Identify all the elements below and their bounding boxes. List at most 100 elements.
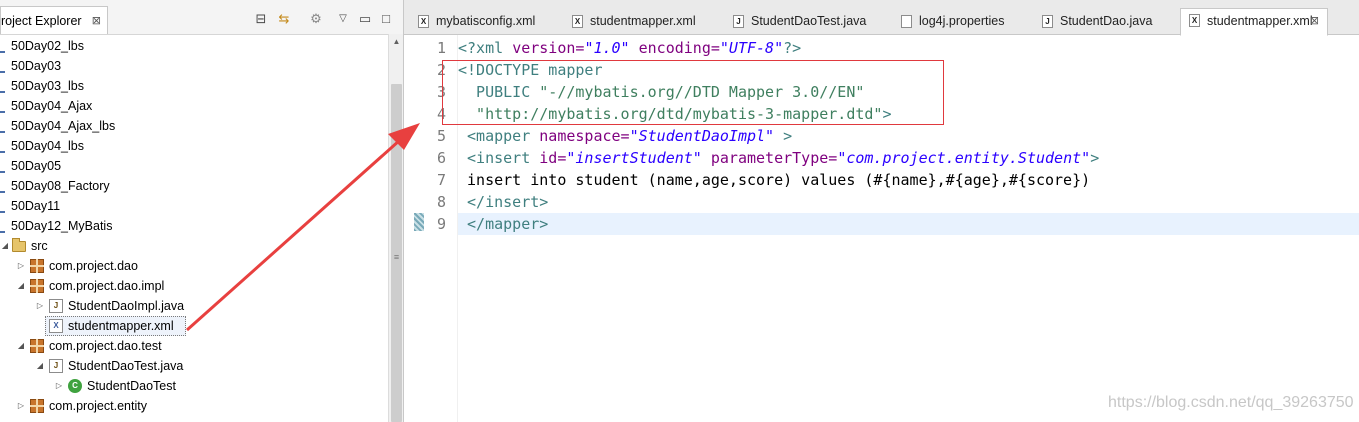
editor-tab-bar: Xmybatisconfig.xml Xstudentmapper.xml J Stu… [404,0,1359,36]
collapse-icon[interactable]: ◢ [0,236,10,256]
tree-item[interactable]: 50Day04_lbs [0,136,388,156]
editor-tab-label: StudentDaoTest.java [751,14,867,28]
tree-item[interactable]: 50Day03_lbs [0,76,388,96]
tree-item-label: 50Day12_MyBatis [11,219,113,233]
close-icon[interactable]: ⊠ [1310,9,1319,33]
tree-item-label: 50Day05 [11,159,62,173]
annotation-highlight-box [442,60,944,125]
java-file-icon: J [1042,15,1053,28]
tree-item[interactable]: ◢ com.project.dao.test [0,336,388,356]
package-icon [30,399,44,413]
tree-item[interactable]: ◢ src [0,236,388,256]
tag-insert-open: <insert [458,149,540,167]
project-explorer-tab[interactable]: roject Explorer ⊠ [0,6,108,34]
tree-item[interactable]: 50Day05 [0,156,388,176]
tree-item[interactable]: 50Day03 [0,56,388,76]
minimize-icon[interactable]: ▭ [357,11,373,27]
collapse-all-icon[interactable]: ⊟ [253,11,269,27]
expand-icon[interactable]: ▷ [16,256,26,276]
tree-item[interactable]: ◢ com.project.dao.impl [0,276,388,296]
project-icon [0,118,6,133]
tree-item-label: 50Day11 [11,199,61,213]
collapse-icon[interactable]: ◢ [16,276,26,296]
tree-item[interactable]: 50Day02_lbs [0,36,388,56]
value-parametertype: "com.project.entity.Student" [837,149,1091,167]
code-line-8[interactable]: </insert> [458,191,548,213]
code-line-9[interactable]: </mapper> [458,213,1359,235]
tree-item-label: 50Day02_lbs [11,39,84,53]
code-line-5[interactable]: <mapper namespace="StudentDaoImpl" > [458,125,792,147]
tree-item[interactable]: Xstudentmapper.xml [0,316,388,336]
expand-icon[interactable]: ▷ [35,296,45,316]
editor-tab[interactable]: log4j.properties [893,10,1004,35]
line-number: 6 [436,149,446,167]
tree-item-label: 50Day03 [11,59,62,73]
code-line-6[interactable]: <insert id="insertStudent" parameterType… [458,147,1099,169]
line-number: 7 [436,171,446,189]
tree-item-label: studentmapper.xml [68,319,174,333]
tree-item-label: com.project.entity [49,399,147,413]
tag-mapper-close: > [774,127,793,145]
editor-tab[interactable]: J StudentDao.java [1034,10,1152,35]
editor-tab[interactable]: J StudentDaoTest.java [725,10,866,35]
tree-item[interactable]: ▷ com.project.dao [0,256,388,276]
attr-encoding: encoding= [629,39,720,57]
tree-item-label: StudentDaoTest [87,379,176,393]
tree-item[interactable]: ◢ J StudentDaoTest.java [0,356,388,376]
editor-tab[interactable]: Xmybatisconfig.xml [410,10,535,35]
line-number: 8 [436,193,446,211]
tree-item-label: StudentDaoTest.java [68,359,184,373]
editor-tab-label: StudentDao.java [1060,14,1153,28]
tree-item[interactable]: ▷ C StudentDaoTest [0,376,388,396]
attr-parametertype: parameterType= [701,149,838,167]
maximize-icon[interactable]: □ [378,11,394,27]
filter-icon[interactable]: ⚙ [308,11,324,27]
editor-tab[interactable]: Xstudentmapper.xml [564,10,696,35]
project-icon [0,98,6,113]
package-icon [30,279,44,293]
link-editor-icon[interactable]: ⇆ [276,11,292,27]
code-line-1[interactable]: <?xml version="1.0" encoding="UTF-8"?> [458,37,801,59]
editor-tab[interactable]: Xstudentmapper.xml ⊠ [1180,8,1328,36]
project-icon [0,198,6,213]
tree-item[interactable]: 50Day04_Ajax [0,96,388,116]
collapse-icon[interactable]: ◢ [35,356,45,376]
properties-file-icon [901,15,912,28]
attr-namespace: namespace= [539,127,630,145]
tree-item-label: 50Day04_Ajax [11,99,93,113]
java-icon: J [49,359,63,373]
xml-decl-open: <?xml [458,39,513,57]
expand-icon[interactable]: ▷ [54,376,64,396]
editor-tab-label: studentmapper.xml [590,14,696,28]
xml-decl-close: ?> [783,39,802,57]
view-menu-icon[interactable]: ▽ [335,11,351,27]
editor-tab-label: studentmapper.xml [1207,14,1313,28]
tree-item-label: com.project.dao [49,259,138,273]
tree-item-label: 50Day08_Factory [11,179,110,193]
folder-icon [12,238,26,252]
tree-item[interactable]: 50Day11 [0,196,388,216]
class-icon: C [68,379,82,393]
tree-item[interactable]: ▷ J StudentDaoImpl.java [0,296,388,316]
scrollbar-grip-icon: ≡ [393,252,400,262]
scroll-up-icon[interactable]: ▲ [389,34,403,50]
value-version: "1.0" [584,39,630,57]
code-line-7[interactable]: insert into student (name,age,score) val… [458,169,1090,191]
tree-item[interactable]: 50Day08_Factory [0,176,388,196]
vertical-scrollbar[interactable]: ▲ ≡ [388,34,403,422]
project-tree[interactable]: 50Day02_lbs 50Day03 50Day03_lbs 50Day04_Aja… [0,34,388,422]
project-explorer-panel: roject Explorer ⊠ ⊟ ⇆ ⚙ ▽ ▭ □ 50Day02_lb… [0,0,404,422]
value-namespace: "StudentDaoImpl" [629,127,775,145]
attr-version: version= [512,39,585,57]
current-line-marker-icon [414,213,424,231]
expand-icon[interactable]: ▷ [16,396,26,416]
watermark: https://blog.csdn.net/qq_39263750 [1108,394,1354,411]
tree-item[interactable]: 50Day04_Ajax_lbs [0,116,388,136]
tree-item-label: 50Day04_Ajax_lbs [11,119,116,133]
collapse-icon[interactable]: ◢ [16,336,26,356]
tree-item[interactable]: ▷ com.project.entity [0,396,388,416]
tree-item[interactable]: 50Day12_MyBatis [0,216,388,236]
close-icon[interactable]: ⊠ [92,14,101,27]
xml-file-icon: X [572,15,583,28]
xml-icon: X [49,319,63,333]
